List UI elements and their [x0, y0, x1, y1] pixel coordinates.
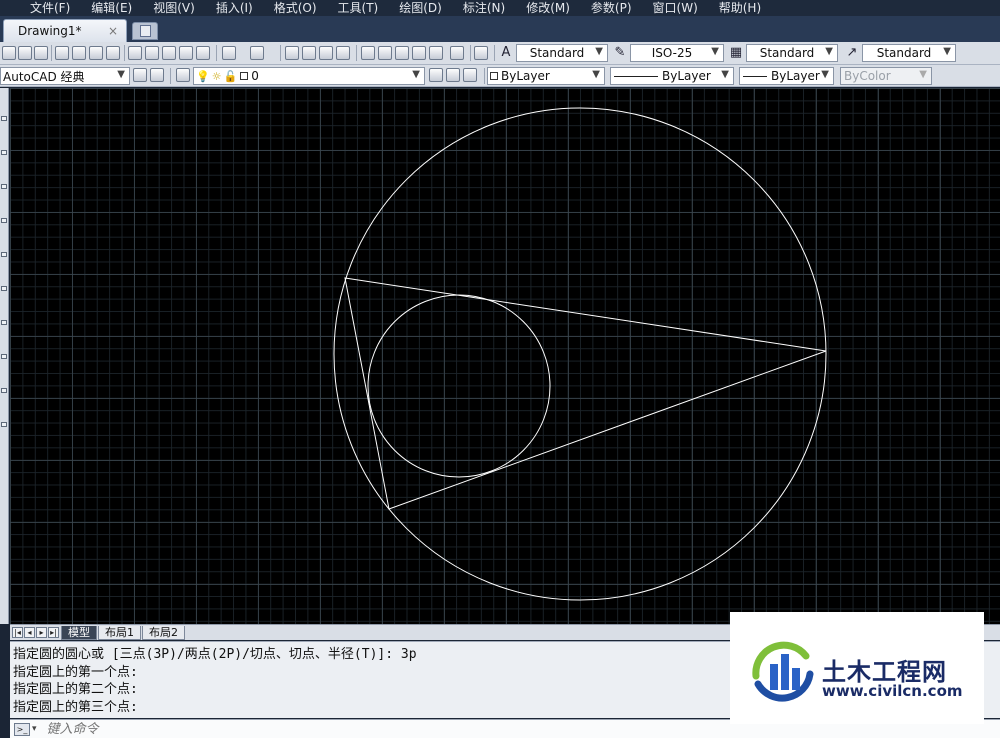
menu-insert[interactable]: 插入(I) [216, 1, 253, 15]
chevron-down-icon[interactable]: ▾ [32, 724, 37, 734]
zoom-window-icon[interactable] [319, 46, 333, 60]
markup-icon[interactable] [429, 46, 443, 60]
menu-tools[interactable]: 工具(T) [338, 1, 379, 15]
tab-layout2[interactable]: 布局2 [142, 625, 185, 640]
cut-icon[interactable] [128, 46, 142, 60]
undo-icon[interactable] [222, 46, 236, 60]
civilcn-logo-icon [752, 641, 814, 702]
layers-properties-toolbar: AutoCAD 经典 ▼ 💡 ☼ 🔓 0 ▼ ByLayer ▼ ByLayer ▼ … [0, 65, 1000, 87]
publish-icon[interactable] [89, 46, 103, 60]
menu-file[interactable]: 文件(F) [30, 1, 70, 15]
workspace-select[interactable]: AutoCAD 经典 ▼ [0, 67, 130, 85]
document-tab-row: Drawing1* × [0, 16, 1000, 42]
drawing-canvas[interactable] [10, 88, 1000, 624]
customize-icon[interactable] [150, 68, 164, 82]
text-style-icon: A [501, 45, 511, 60]
lineweight-select[interactable]: ByLayer ▼ [739, 67, 834, 85]
menu-bar: 文件(F) 编辑(E) 视图(V) 插入(I) 格式(O) 工具(T) 绘图(D… [0, 0, 1000, 16]
color-swatch [490, 72, 498, 80]
properties-icon[interactable] [361, 46, 375, 60]
open-icon[interactable] [18, 46, 32, 60]
new-drawing-icon [140, 25, 151, 37]
layer-select[interactable]: 💡 ☼ 🔓 0 ▼ [193, 67, 425, 85]
text-style-select[interactable]: Standard ▼ [516, 44, 608, 62]
lightbulb-icon: 💡 [196, 69, 210, 83]
save-icon[interactable] [34, 46, 48, 60]
plotstyle-select: ByColor ▼ [840, 67, 932, 85]
layer-state-icon[interactable] [463, 68, 477, 82]
draw-toolbar-strip[interactable] [0, 88, 9, 624]
workspace-settings-icon[interactable] [133, 68, 147, 82]
layer-color-swatch [240, 72, 249, 80]
tab-model[interactable]: 模型 [61, 625, 97, 640]
linetype-select[interactable]: ByLayer ▼ [610, 67, 734, 85]
pan-icon[interactable] [285, 46, 299, 60]
block-editor-icon[interactable] [196, 46, 210, 60]
triangle[interactable] [344, 277, 827, 510]
layer-name: 0 [251, 69, 259, 83]
table-style-select[interactable]: Standard ▼ [746, 44, 838, 62]
dim-style-icon: ✎ [614, 45, 626, 60]
help-icon[interactable] [474, 46, 488, 60]
circumscribed-circle[interactable] [333, 107, 827, 601]
inscribed-circle[interactable] [367, 294, 551, 478]
standard-toolbar: A Standard ▼ ✎ ISO-25 ▼ ▦ Standard ▼ ↗ Stan… [0, 42, 1000, 65]
document-tab-title: Drawing1* [18, 24, 82, 38]
match-properties-icon[interactable] [179, 46, 193, 60]
table-style-icon: ▦ [729, 45, 743, 60]
document-tab[interactable]: Drawing1* × [3, 19, 127, 42]
drawing-geometry [333, 107, 827, 601]
zoom-icon[interactable] [302, 46, 316, 60]
next-tab-icon[interactable]: ▸ [36, 627, 47, 638]
menu-draw[interactable]: 绘图(D) [399, 1, 442, 15]
tab-layout1[interactable]: 布局1 [98, 625, 141, 640]
make-current-layer-icon[interactable] [429, 68, 443, 82]
design-center-icon[interactable] [378, 46, 392, 60]
multileader-style-icon: ↗ [846, 45, 858, 60]
sun-icon: ☼ [211, 69, 222, 83]
layer-previous-icon[interactable] [446, 68, 460, 82]
lock-icon: 🔓 [223, 69, 238, 83]
multileader-style-select[interactable]: Standard ▼ [862, 44, 956, 62]
new-file-icon[interactable] [2, 46, 16, 60]
zoom-previous-icon[interactable] [336, 46, 350, 60]
menu-window[interactable]: 窗口(W) [653, 1, 698, 15]
new-tab-button[interactable] [132, 22, 158, 40]
menu-help[interactable]: 帮助(H) [719, 1, 761, 15]
menu-format[interactable]: 格式(O) [274, 1, 317, 15]
copy-icon[interactable] [145, 46, 159, 60]
lineweight-preview [743, 75, 767, 77]
calculator-icon[interactable] [450, 46, 464, 60]
3d-print-icon[interactable] [106, 46, 120, 60]
first-tab-icon[interactable]: |◂ [12, 627, 23, 638]
command-input[interactable] [46, 721, 347, 737]
watermark-logo: 土木工程网 www.civilcn.com [730, 612, 984, 724]
paste-icon[interactable] [162, 46, 176, 60]
menu-view[interactable]: 视图(V) [153, 1, 195, 15]
color-select[interactable]: ByLayer ▼ [487, 67, 605, 85]
layer-icon[interactable] [176, 68, 190, 82]
watermark-url: www.civilcn.com [822, 682, 963, 700]
redo-icon[interactable] [250, 46, 264, 60]
sheet-set-icon[interactable] [412, 46, 426, 60]
print-preview-icon[interactable] [72, 46, 86, 60]
menu-parametric[interactable]: 参数(P) [591, 1, 632, 15]
previous-tab-icon[interactable]: ◂ [24, 627, 35, 638]
menu-modify[interactable]: 修改(M) [526, 1, 570, 15]
last-tab-icon[interactable]: ▸| [48, 627, 59, 638]
close-icon[interactable]: × [108, 24, 118, 38]
tool-palettes-icon[interactable] [395, 46, 409, 60]
print-icon[interactable] [55, 46, 69, 60]
menu-dimension[interactable]: 标注(N) [463, 1, 505, 15]
linetype-preview [614, 75, 658, 77]
command-prompt-icon[interactable]: >_ [14, 722, 30, 736]
autocad-window: 文件(F) 编辑(E) 视图(V) 插入(I) 格式(O) 工具(T) 绘图(D… [0, 0, 1000, 738]
dim-style-select[interactable]: ISO-25 ▼ [630, 44, 724, 62]
menu-edit[interactable]: 编辑(E) [91, 1, 132, 15]
